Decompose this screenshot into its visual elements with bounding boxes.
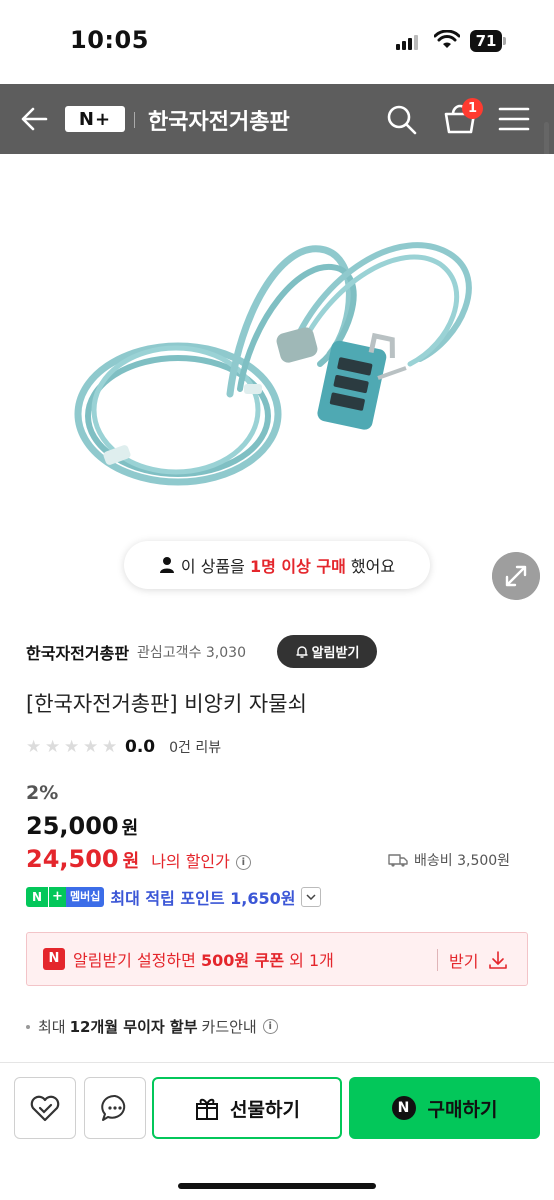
buyer-highlight: 1명 이상 구매 <box>249 557 346 576</box>
coupon-get-label: 받기 <box>449 952 479 971</box>
back-arrow-icon[interactable] <box>18 102 50 136</box>
coupon-n-icon: N <box>43 948 65 970</box>
rating-row[interactable]: ★ ★ ★ ★ ★ 0.0 0건 리뷰 <box>26 736 221 758</box>
my-price-unit: 원 <box>122 851 140 872</box>
battery-icon: 71 <box>470 30 506 52</box>
notify-label: 알림받기 <box>311 646 360 661</box>
seller-row: 한국자전거총판 관심고객수 3,030 <box>26 636 246 668</box>
my-price-label: 나의 할인가 <box>151 852 230 871</box>
coupon-prefix: 알림받기 설정하면 <box>73 951 201 970</box>
zzim-button[interactable] <box>14 1077 76 1139</box>
product-title: [한국자전거총판] 비앙키 자물쇠 <box>26 692 307 716</box>
status-time: 10:05 <box>70 26 149 54</box>
membership-badge: N + 멤버십 <box>26 887 105 907</box>
buyer-count-pill: 이 상품을 1명 이상 구매 했어요 <box>124 541 430 589</box>
truck-icon <box>388 854 408 867</box>
star-icon: ★ <box>102 737 118 757</box>
cellular-signal-icon <box>396 34 422 50</box>
card-suffix: 카드안내 <box>201 1018 257 1036</box>
star-icon: ★ <box>26 737 42 757</box>
star-icon: ★ <box>45 737 61 757</box>
original-price-unit: 원 <box>121 818 139 839</box>
chat-icon <box>101 1094 126 1121</box>
favorite-count: 관심고객수 3,030 <box>137 645 246 661</box>
buy-button[interactable]: N 구매하기 <box>349 1077 540 1139</box>
battery-level: 71 <box>470 30 502 52</box>
coupon-bold: 500원 쿠폰 <box>200 951 285 970</box>
coupon-divider <box>437 949 438 971</box>
bell-icon <box>295 645 308 658</box>
info-icon[interactable]: i <box>262 1019 278 1034</box>
buy-label: 구매하기 <box>427 1098 498 1121</box>
home-indicator[interactable] <box>178 1183 376 1189</box>
gift-icon <box>196 1098 219 1120</box>
review-count[interactable]: 0건 리뷰 <box>169 737 221 757</box>
card-installment-row[interactable]: 최대 12개월 무이자 할부 카드안내 i <box>26 1016 278 1037</box>
badge-label: 멤버십 <box>66 887 105 907</box>
heart-check-icon <box>30 1095 60 1122</box>
points-text: 최대 적립 포인트 1,650원 <box>110 889 296 908</box>
info-icon[interactable]: i <box>235 855 251 870</box>
star-icon: ★ <box>83 737 99 757</box>
my-price-amount: 24,500 <box>26 845 119 873</box>
star-rating: ★ ★ ★ ★ ★ <box>26 736 121 758</box>
naver-pay-icon: N <box>391 1096 416 1120</box>
expand-icon[interactable] <box>492 552 540 600</box>
logo-divider <box>134 112 135 128</box>
shipping-fee: 배송비 3,500원 <box>388 850 510 870</box>
notify-button[interactable]: 알림받기 <box>277 635 377 668</box>
download-icon <box>489 951 508 969</box>
bullet-dot <box>26 1024 30 1029</box>
wifi-icon <box>434 30 460 48</box>
talk-button[interactable] <box>84 1077 146 1139</box>
badge-n: N <box>26 887 48 907</box>
status-bar: 10:05 71 <box>0 0 554 84</box>
menu-icon[interactable] <box>498 106 530 132</box>
chevron-down-icon[interactable] <box>301 887 322 907</box>
badge-plus: + <box>48 887 66 907</box>
coupon-suffix: 외 1개 <box>284 951 334 970</box>
gift-label: 선물하기 <box>230 1098 300 1121</box>
store-title[interactable]: 한국자전거총판 <box>148 104 290 136</box>
naver-plus-logo[interactable]: N+ <box>65 106 125 132</box>
coupon-banner[interactable]: N 알림받기 설정하면 500원 쿠폰 외 1개 받기 <box>26 932 528 986</box>
gift-button[interactable]: 선물하기 <box>152 1077 342 1139</box>
cart-count-badge: 1 <box>462 98 483 119</box>
buyer-prefix: 이 상품을 <box>180 557 245 576</box>
card-prefix: 최대 <box>38 1018 66 1036</box>
original-price: 25,000 원 <box>26 812 138 840</box>
discount-rate: 2% <box>26 782 59 804</box>
buyer-suffix: 했어요 <box>350 557 396 576</box>
card-bold: 12개월 무이자 할부 <box>69 1018 198 1036</box>
original-price-amount: 25,000 <box>26 812 119 840</box>
my-price: 24,500 원 나의 할인가 i <box>26 845 251 873</box>
star-icon: ★ <box>64 737 80 757</box>
shipping-text: 배송비 3,500원 <box>414 853 511 869</box>
bottom-action-bar: 선물하기 N 구매하기 <box>0 1062 554 1200</box>
coupon-text: 알림받기 설정하면 500원 쿠폰 외 1개 <box>73 947 334 971</box>
coupon-get-button[interactable]: 받기 <box>449 948 508 972</box>
rating-score: 0.0 <box>125 737 156 757</box>
person-icon <box>159 557 174 573</box>
membership-row[interactable]: N + 멤버십 최대 적립 포인트 1,650원 <box>26 884 322 910</box>
seller-name[interactable]: 한국자전거총판 <box>26 640 129 664</box>
search-icon[interactable] <box>384 102 418 136</box>
app-header: N+ 한국자전거총판 1 <box>0 84 554 154</box>
